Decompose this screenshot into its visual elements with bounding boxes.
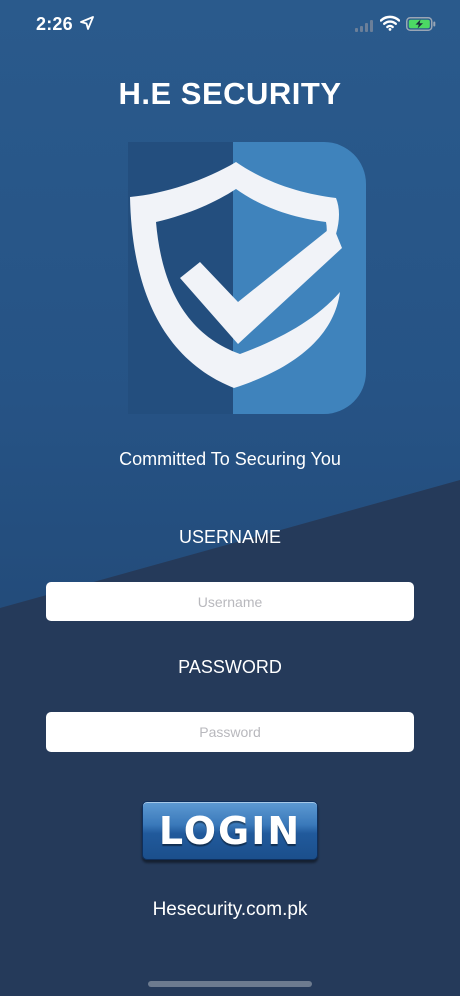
- wifi-icon: [380, 15, 400, 31]
- status-time: 2:26: [36, 14, 73, 34]
- password-input[interactable]: [46, 712, 414, 752]
- location-arrow-icon: [80, 16, 94, 30]
- website-link[interactable]: Hesecurity.com.pk: [0, 899, 460, 921]
- login-button[interactable]: LOGIN: [142, 801, 318, 860]
- shield-check-icon: [128, 142, 366, 414]
- username-input[interactable]: [46, 582, 414, 621]
- tagline: Committed To Securing You: [119, 449, 341, 469]
- battery-charging-icon: [406, 17, 436, 31]
- app-title: H.E SECURITY: [118, 76, 342, 111]
- password-label: PASSWORD: [178, 657, 282, 677]
- username-label: USERNAME: [178, 527, 281, 547]
- login-screen: 2:26 H.E SECURITY Committed To Securing …: [0, 0, 460, 996]
- status-bar: 2:26: [0, 0, 460, 50]
- cellular-signal-icon: [355, 20, 373, 32]
- login-button-label: LOGIN: [158, 808, 302, 853]
- home-indicator[interactable]: [148, 981, 312, 987]
